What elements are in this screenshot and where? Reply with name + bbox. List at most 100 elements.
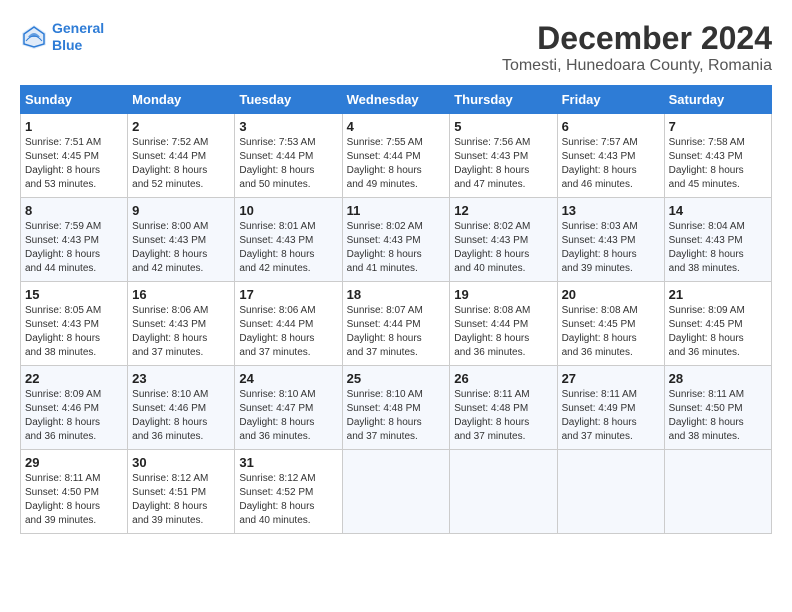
calendar-cell: 25 Sunrise: 8:10 AM Sunset: 4:48 PM Dayl…	[342, 366, 450, 450]
calendar-week-4: 22 Sunrise: 8:09 AM Sunset: 4:46 PM Dayl…	[21, 366, 772, 450]
day-number: 25	[347, 371, 446, 386]
day-number: 7	[669, 119, 767, 134]
calendar-cell: 21 Sunrise: 8:09 AM Sunset: 4:45 PM Dayl…	[664, 282, 771, 366]
day-info: Sunrise: 8:09 AM Sunset: 4:45 PM Dayligh…	[669, 304, 767, 360]
day-number: 26	[454, 371, 552, 386]
day-info: Sunrise: 8:11 AM Sunset: 4:50 PM Dayligh…	[25, 472, 123, 528]
day-info: Sunrise: 8:07 AM Sunset: 4:44 PM Dayligh…	[347, 304, 446, 360]
calendar-table: SundayMondayTuesdayWednesdayThursdayFrid…	[20, 85, 772, 534]
calendar-cell: 8 Sunrise: 7:59 AM Sunset: 4:43 PM Dayli…	[21, 198, 128, 282]
day-number: 20	[562, 287, 660, 302]
day-info: Sunrise: 8:12 AM Sunset: 4:52 PM Dayligh…	[239, 472, 337, 528]
day-number: 13	[562, 203, 660, 218]
day-number: 27	[562, 371, 660, 386]
day-info: Sunrise: 8:08 AM Sunset: 4:44 PM Dayligh…	[454, 304, 552, 360]
calendar-cell: 15 Sunrise: 8:05 AM Sunset: 4:43 PM Dayl…	[21, 282, 128, 366]
day-info: Sunrise: 8:03 AM Sunset: 4:43 PM Dayligh…	[562, 220, 660, 276]
calendar-week-5: 29 Sunrise: 8:11 AM Sunset: 4:50 PM Dayl…	[21, 450, 772, 534]
day-number: 30	[132, 455, 230, 470]
day-info: Sunrise: 8:09 AM Sunset: 4:46 PM Dayligh…	[25, 388, 123, 444]
day-number: 8	[25, 203, 123, 218]
day-info: Sunrise: 8:12 AM Sunset: 4:51 PM Dayligh…	[132, 472, 230, 528]
calendar-week-1: 1 Sunrise: 7:51 AM Sunset: 4:45 PM Dayli…	[21, 114, 772, 198]
day-number: 16	[132, 287, 230, 302]
weekday-header-thursday: Thursday	[450, 86, 557, 114]
calendar-cell: 24 Sunrise: 8:10 AM Sunset: 4:47 PM Dayl…	[235, 366, 342, 450]
day-number: 12	[454, 203, 552, 218]
calendar-cell: 30 Sunrise: 8:12 AM Sunset: 4:51 PM Dayl…	[128, 450, 235, 534]
day-number: 15	[25, 287, 123, 302]
day-info: Sunrise: 7:59 AM Sunset: 4:43 PM Dayligh…	[25, 220, 123, 276]
calendar-cell: 12 Sunrise: 8:02 AM Sunset: 4:43 PM Dayl…	[450, 198, 557, 282]
calendar-cell: 31 Sunrise: 8:12 AM Sunset: 4:52 PM Dayl…	[235, 450, 342, 534]
day-number: 17	[239, 287, 337, 302]
day-info: Sunrise: 8:00 AM Sunset: 4:43 PM Dayligh…	[132, 220, 230, 276]
day-number: 4	[347, 119, 446, 134]
calendar-cell	[342, 450, 450, 534]
calendar-cell: 17 Sunrise: 8:06 AM Sunset: 4:44 PM Dayl…	[235, 282, 342, 366]
day-number: 2	[132, 119, 230, 134]
calendar-cell: 20 Sunrise: 8:08 AM Sunset: 4:45 PM Dayl…	[557, 282, 664, 366]
day-number: 1	[25, 119, 123, 134]
calendar-cell: 7 Sunrise: 7:58 AM Sunset: 4:43 PM Dayli…	[664, 114, 771, 198]
calendar-cell: 5 Sunrise: 7:56 AM Sunset: 4:43 PM Dayli…	[450, 114, 557, 198]
day-info: Sunrise: 7:52 AM Sunset: 4:44 PM Dayligh…	[132, 136, 230, 192]
day-number: 9	[132, 203, 230, 218]
day-info: Sunrise: 8:08 AM Sunset: 4:45 PM Dayligh…	[562, 304, 660, 360]
day-info: Sunrise: 8:11 AM Sunset: 4:50 PM Dayligh…	[669, 388, 767, 444]
calendar-cell: 10 Sunrise: 8:01 AM Sunset: 4:43 PM Dayl…	[235, 198, 342, 282]
day-number: 10	[239, 203, 337, 218]
calendar-week-3: 15 Sunrise: 8:05 AM Sunset: 4:43 PM Dayl…	[21, 282, 772, 366]
day-number: 19	[454, 287, 552, 302]
day-info: Sunrise: 8:06 AM Sunset: 4:44 PM Dayligh…	[239, 304, 337, 360]
calendar-cell: 1 Sunrise: 7:51 AM Sunset: 4:45 PM Dayli…	[21, 114, 128, 198]
weekday-header-monday: Monday	[128, 86, 235, 114]
calendar-cell: 18 Sunrise: 8:07 AM Sunset: 4:44 PM Dayl…	[342, 282, 450, 366]
calendar-cell: 13 Sunrise: 8:03 AM Sunset: 4:43 PM Dayl…	[557, 198, 664, 282]
day-info: Sunrise: 7:57 AM Sunset: 4:43 PM Dayligh…	[562, 136, 660, 192]
day-number: 22	[25, 371, 123, 386]
day-number: 29	[25, 455, 123, 470]
logo-text: General Blue	[52, 20, 104, 54]
day-info: Sunrise: 8:10 AM Sunset: 4:46 PM Dayligh…	[132, 388, 230, 444]
day-number: 6	[562, 119, 660, 134]
day-info: Sunrise: 7:56 AM Sunset: 4:43 PM Dayligh…	[454, 136, 552, 192]
calendar-cell: 3 Sunrise: 7:53 AM Sunset: 4:44 PM Dayli…	[235, 114, 342, 198]
day-number: 5	[454, 119, 552, 134]
calendar-week-2: 8 Sunrise: 7:59 AM Sunset: 4:43 PM Dayli…	[21, 198, 772, 282]
calendar-cell: 14 Sunrise: 8:04 AM Sunset: 4:43 PM Dayl…	[664, 198, 771, 282]
day-info: Sunrise: 7:55 AM Sunset: 4:44 PM Dayligh…	[347, 136, 446, 192]
day-info: Sunrise: 8:02 AM Sunset: 4:43 PM Dayligh…	[454, 220, 552, 276]
calendar-cell	[450, 450, 557, 534]
day-info: Sunrise: 8:05 AM Sunset: 4:43 PM Dayligh…	[25, 304, 123, 360]
calendar-cell: 29 Sunrise: 8:11 AM Sunset: 4:50 PM Dayl…	[21, 450, 128, 534]
logo-icon	[20, 23, 48, 51]
day-info: Sunrise: 8:06 AM Sunset: 4:43 PM Dayligh…	[132, 304, 230, 360]
day-info: Sunrise: 7:53 AM Sunset: 4:44 PM Dayligh…	[239, 136, 337, 192]
day-number: 14	[669, 203, 767, 218]
day-number: 24	[239, 371, 337, 386]
calendar-cell: 11 Sunrise: 8:02 AM Sunset: 4:43 PM Dayl…	[342, 198, 450, 282]
day-info: Sunrise: 8:01 AM Sunset: 4:43 PM Dayligh…	[239, 220, 337, 276]
day-number: 31	[239, 455, 337, 470]
day-info: Sunrise: 8:10 AM Sunset: 4:47 PM Dayligh…	[239, 388, 337, 444]
day-info: Sunrise: 7:51 AM Sunset: 4:45 PM Dayligh…	[25, 136, 123, 192]
calendar-cell	[664, 450, 771, 534]
weekday-header-friday: Friday	[557, 86, 664, 114]
calendar-cell: 4 Sunrise: 7:55 AM Sunset: 4:44 PM Dayli…	[342, 114, 450, 198]
weekday-header-tuesday: Tuesday	[235, 86, 342, 114]
calendar-cell: 22 Sunrise: 8:09 AM Sunset: 4:46 PM Dayl…	[21, 366, 128, 450]
calendar-cell: 19 Sunrise: 8:08 AM Sunset: 4:44 PM Dayl…	[450, 282, 557, 366]
day-number: 18	[347, 287, 446, 302]
calendar-cell: 28 Sunrise: 8:11 AM Sunset: 4:50 PM Dayl…	[664, 366, 771, 450]
day-info: Sunrise: 8:04 AM Sunset: 4:43 PM Dayligh…	[669, 220, 767, 276]
weekday-header-sunday: Sunday	[21, 86, 128, 114]
calendar-cell: 23 Sunrise: 8:10 AM Sunset: 4:46 PM Dayl…	[128, 366, 235, 450]
day-info: Sunrise: 8:11 AM Sunset: 4:49 PM Dayligh…	[562, 388, 660, 444]
day-number: 3	[239, 119, 337, 134]
page-title: December 2024	[502, 20, 772, 57]
day-info: Sunrise: 8:02 AM Sunset: 4:43 PM Dayligh…	[347, 220, 446, 276]
calendar-cell: 16 Sunrise: 8:06 AM Sunset: 4:43 PM Dayl…	[128, 282, 235, 366]
calendar-cell: 6 Sunrise: 7:57 AM Sunset: 4:43 PM Dayli…	[557, 114, 664, 198]
calendar-cell: 26 Sunrise: 8:11 AM Sunset: 4:48 PM Dayl…	[450, 366, 557, 450]
